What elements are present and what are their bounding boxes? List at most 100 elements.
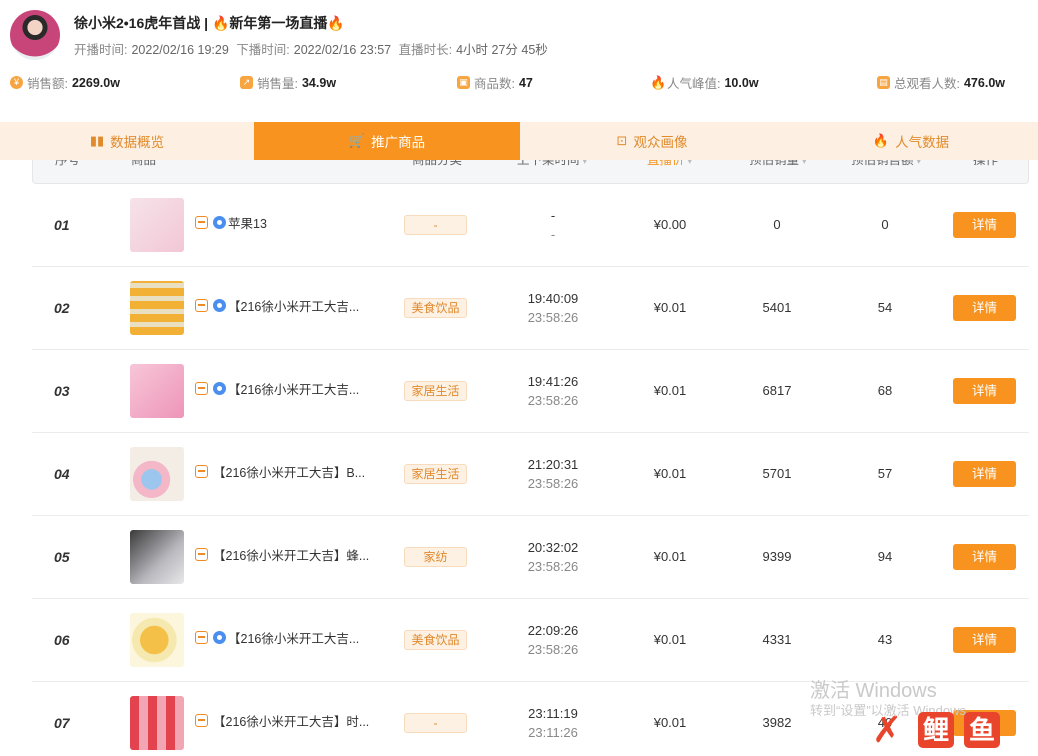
estimated-amount: 43 xyxy=(877,632,893,647)
stat-value: 10.0w xyxy=(724,75,759,90)
end-time-label: 下播时间: xyxy=(236,43,290,57)
table-row: 02 【216徐小米开工大吉... 美食饮品 19:40:09 23:58:26… xyxy=(32,267,1029,350)
estimated-sales: 5701 xyxy=(762,466,792,481)
tab-data-overview[interactable]: ▮▮ 数据概览 xyxy=(0,122,254,160)
header-time-sort[interactable]: 上下架时间 xyxy=(517,160,587,183)
detail-button[interactable]: 详情 xyxy=(953,627,1016,653)
estimated-sales: 5401 xyxy=(762,300,792,315)
flame-icon: 🔥 xyxy=(327,15,345,31)
product-name[interactable]: 苹果13 xyxy=(195,213,267,232)
category-tag: 美食饮品 xyxy=(404,630,467,650)
shelf-time: 19:40:09 23:58:26 xyxy=(510,289,596,327)
coin-icon: ¥ xyxy=(10,76,23,89)
product-name[interactable]: 【216徐小米开工大吉... xyxy=(195,628,359,647)
product-name-text: 【216徐小米开工大吉... xyxy=(228,632,360,646)
stat-sales-amount: ¥ 销售额: 2269.0w xyxy=(10,73,120,92)
header-sales-sort[interactable]: 预估销量 xyxy=(749,160,807,183)
stat-label: 销售额: xyxy=(27,77,68,91)
table-row: 01 苹果13 - - - ¥0.00 0 0 详情 xyxy=(32,184,1029,267)
duration-value: 4小时 27分 45秒 xyxy=(456,43,548,57)
stream-title: 徐小米2•16虎年首战 | 🔥新年第一场直播🔥 xyxy=(74,13,345,33)
header-price-sort[interactable]: 直播价 xyxy=(647,160,692,183)
detail-button[interactable]: 详情 xyxy=(953,212,1016,238)
shelf-time: 21:20:31 23:58:26 xyxy=(510,455,596,493)
header-category: 商品分类 xyxy=(412,160,463,167)
product-name[interactable]: 【216徐小米开工大吉】时... xyxy=(195,711,369,730)
product-thumbnail[interactable] xyxy=(130,696,184,750)
live-price: ¥0.01 xyxy=(653,549,687,564)
live-price: ¥0.01 xyxy=(653,632,687,647)
detail-button[interactable]: 详情 xyxy=(953,295,1016,321)
header-amount-sort[interactable]: 预估销售额 xyxy=(851,160,921,183)
time-on: - xyxy=(550,208,556,223)
product-thumbnail[interactable] xyxy=(130,364,184,418)
flame-icon: 🔥 xyxy=(650,75,667,90)
detail-button[interactable]: 详情 xyxy=(953,378,1016,404)
estimated-sales: 9399 xyxy=(762,549,792,564)
detail-button[interactable]: 详情 xyxy=(953,461,1016,487)
detail-button[interactable]: 详情 xyxy=(953,544,1016,570)
estimated-amount: 57 xyxy=(877,466,893,481)
product-thumbnail[interactable] xyxy=(130,281,184,335)
shelf-time: 19:41:26 23:58:26 xyxy=(510,372,596,410)
product-name[interactable]: 【216徐小米开工大吉... xyxy=(195,379,359,398)
category-tag: - xyxy=(404,215,467,235)
tab-popularity-data[interactable]: 🔥 人气数据 xyxy=(784,122,1038,160)
stat-product-count: ▣ 商品数: 47 xyxy=(457,73,533,92)
time-on: 22:09:26 xyxy=(527,623,579,638)
estimated-amount: 0 xyxy=(881,217,889,232)
shelf-time: - - xyxy=(510,206,596,244)
estimated-sales: 6817 xyxy=(762,383,792,398)
row-index: 04 xyxy=(54,466,70,482)
stat-total-viewers: ▤ 总观看人数: 476.0w xyxy=(877,73,1005,92)
time-off: 23:58:26 xyxy=(527,310,579,325)
time-off: 23:58:26 xyxy=(527,393,579,408)
estimated-sales: 4331 xyxy=(762,632,792,647)
row-index: 05 xyxy=(54,549,70,565)
time-on: 20:32:02 xyxy=(527,540,579,555)
time-on: 19:41:26 xyxy=(527,374,579,389)
shelf-time: 22:09:26 23:58:26 xyxy=(510,621,596,659)
shelf-time: 20:32:02 23:58:26 xyxy=(510,538,596,576)
product-name[interactable]: 【216徐小米开工大吉... xyxy=(195,296,359,315)
tab-bar: ▮▮ 数据概览 🛒 推广商品 ⊡ 观众画像 🔥 人气数据 xyxy=(0,122,1038,160)
table-header: 序号 商品 商品分类 上下架时间 直播价 预估销量 预估销售额 操作 xyxy=(32,160,1029,184)
category-tag: - xyxy=(404,713,467,733)
row-index: 07 xyxy=(54,715,70,731)
estimated-sales: 0 xyxy=(773,217,781,232)
category-tag: 美食饮品 xyxy=(404,298,467,318)
ribbon-badge-icon xyxy=(213,631,226,644)
time-on: 23:11:19 xyxy=(528,706,578,721)
coupon-tag-icon xyxy=(195,382,208,395)
product-name[interactable]: 【216徐小米开工大吉】B... xyxy=(195,462,365,481)
coupon-tag-icon xyxy=(195,548,208,561)
coupon-tag-icon xyxy=(195,216,208,229)
product-thumbnail[interactable] xyxy=(130,530,184,584)
product-name-text: 【216徐小米开工大吉】蜂... xyxy=(213,549,370,563)
flame-icon: 🔥 xyxy=(211,15,230,31)
product-thumbnail[interactable] xyxy=(130,447,184,501)
trend-chart-icon: ↗ xyxy=(240,76,253,89)
product-thumbnail[interactable] xyxy=(130,198,184,252)
stat-label: 销售量: xyxy=(257,77,298,91)
tab-label: 观众画像 xyxy=(633,135,688,150)
start-time-value: 2022/02/16 19:29 xyxy=(131,43,229,57)
product-name-text: 【216徐小米开工大吉... xyxy=(228,383,360,397)
tab-audience-profile[interactable]: ⊡ 观众画像 xyxy=(520,122,784,160)
tab-promoted-products[interactable]: 🛒 推广商品 xyxy=(254,122,520,160)
table-row: 03 【216徐小米开工大吉... 家居生活 19:41:26 23:58:26… xyxy=(32,350,1029,433)
logo-mark: ✗ xyxy=(872,710,903,751)
stat-value: 2269.0w xyxy=(71,75,120,90)
stream-header: 徐小米2•16虎年首战 | 🔥新年第一场直播🔥 开播时间: 2022/02/16 … xyxy=(0,0,1038,122)
product-name[interactable]: 【216徐小米开工大吉】蜂... xyxy=(195,545,369,564)
bag-icon: ▣ xyxy=(457,76,470,89)
tab-label: 数据概览 xyxy=(110,135,165,150)
site-logo: ✗ 鲤 鱼 xyxy=(872,708,1022,752)
streamer-avatar[interactable] xyxy=(10,10,60,60)
shelf-time: 23:11:19 23:11:26 xyxy=(510,704,596,742)
product-thumbnail[interactable] xyxy=(130,613,184,667)
category-tag: 家居生活 xyxy=(404,381,467,401)
logo-char-2: 鱼 xyxy=(964,712,1000,748)
coupon-tag-icon xyxy=(195,714,208,727)
time-off: 23:58:26 xyxy=(527,642,579,657)
